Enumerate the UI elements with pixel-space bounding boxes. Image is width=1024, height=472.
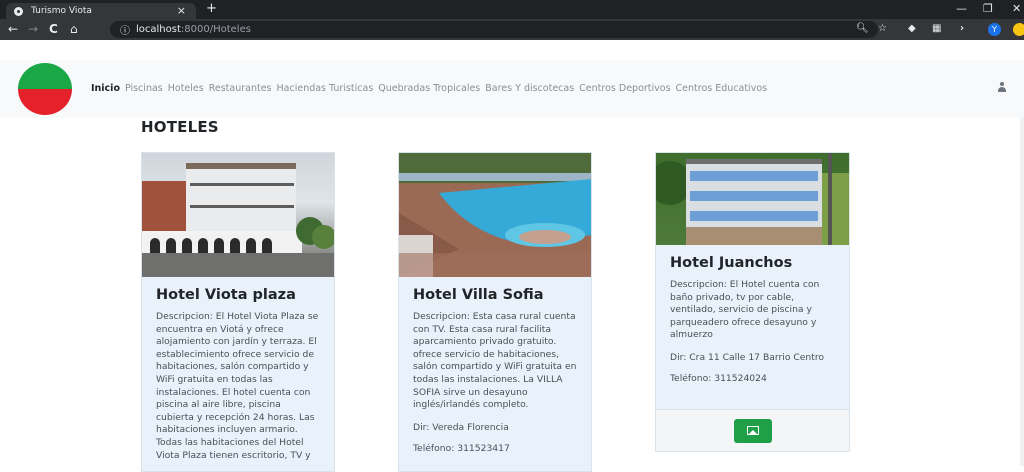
scrollbar[interactable] bbox=[1020, 118, 1024, 466]
nav-item-bares[interactable]: Bares Y discotecas bbox=[485, 83, 574, 94]
card-footer bbox=[656, 409, 849, 451]
minimize-icon[interactable]: — bbox=[956, 2, 967, 15]
home-icon[interactable]: ⌂ bbox=[70, 22, 78, 36]
main-menu: Inicio Piscinas Hoteles Restaurantes Hac… bbox=[91, 83, 772, 94]
new-tab-button[interactable]: + bbox=[206, 1, 217, 16]
zoom-icon[interactable]: 🔍︎ bbox=[856, 23, 869, 34]
hotel-building-image bbox=[656, 153, 849, 245]
user-icon[interactable] bbox=[998, 82, 1006, 94]
hotel-description: Descripcion: Esta casa rural cuenta con … bbox=[413, 311, 577, 411]
tab-close-icon[interactable]: × bbox=[177, 4, 186, 17]
url-host: localhost bbox=[136, 24, 181, 35]
hotel-photo bbox=[142, 153, 334, 277]
hotel-address: Dir: Vereda Florencia bbox=[413, 421, 509, 433]
browser-tab-strip: Turismo Viota × + — ❐ ✕ bbox=[0, 0, 1024, 19]
nav-item-hoteles[interactable]: Hoteles bbox=[168, 83, 204, 94]
nav-item-inicio[interactable]: Inicio bbox=[91, 83, 120, 94]
extension-grid-icon[interactable]: ▦ bbox=[932, 23, 941, 34]
flag-logo[interactable] bbox=[18, 63, 72, 115]
nav-item-deportivos[interactable]: Centros Deportivos bbox=[579, 83, 670, 94]
tab-title: Turismo Viota bbox=[31, 6, 92, 16]
hotel-name: Hotel Viota plaza bbox=[156, 287, 296, 303]
reload-icon[interactable]: C bbox=[49, 22, 58, 36]
restore-icon[interactable]: ❐ bbox=[983, 2, 993, 15]
hotel-description: Descripcion: El Hotel cuenta con baño pr… bbox=[670, 279, 820, 341]
hotel-description: Descripcion: El Hotel Viota Plaza se enc… bbox=[156, 311, 319, 461]
hotel-phone: Teléfono: 311523417 bbox=[413, 442, 510, 454]
nav-item-quebradas[interactable]: Quebradas Tropicales bbox=[378, 83, 480, 94]
hotel-card: Hotel Villa Sofia Descripcion: Esta casa… bbox=[398, 152, 592, 472]
hotel-address: Dir: Cra 11 Calle 17 Barrio Centro bbox=[670, 351, 825, 363]
hotel-name: Hotel Villa Sofia bbox=[413, 287, 544, 303]
extension-avatar-icon[interactable] bbox=[1013, 23, 1024, 36]
view-images-button[interactable] bbox=[734, 419, 772, 443]
browser-toolbar: ← → C ⌂ ⓘ localhost :8000/Hoteles 🔍︎ ☆ ◆… bbox=[0, 19, 1024, 40]
hotel-phone: Teléfono: 311524024 bbox=[670, 372, 767, 384]
forward-icon[interactable]: → bbox=[28, 22, 38, 36]
url-path: :8000/Hoteles bbox=[180, 24, 251, 35]
hotel-photo bbox=[399, 153, 591, 277]
hotel-building-image bbox=[142, 163, 334, 277]
hotel-name: Hotel Juanchos bbox=[670, 255, 793, 271]
back-icon[interactable]: ← bbox=[8, 22, 18, 36]
nav-item-piscinas[interactable]: Piscinas bbox=[125, 83, 163, 94]
hotel-photo bbox=[656, 153, 849, 245]
info-icon[interactable]: ⓘ bbox=[120, 22, 130, 37]
address-bar[interactable]: ⓘ localhost :8000/Hoteles bbox=[110, 21, 878, 38]
site-navbar: Inicio Piscinas Hoteles Restaurantes Hac… bbox=[0, 60, 1024, 118]
bookmark-star-icon[interactable]: ☆ bbox=[878, 23, 887, 34]
favicon-icon bbox=[14, 6, 23, 16]
hotel-card: Hotel Viota plaza Descripcion: El Hotel … bbox=[141, 152, 335, 472]
page-title: HOTELES bbox=[141, 118, 219, 136]
chevron-right-icon[interactable]: › bbox=[960, 23, 964, 34]
hotel-card: Hotel Juanchos Descripcion: El Hotel cue… bbox=[655, 152, 850, 452]
nav-item-restaurantes[interactable]: Restaurantes bbox=[209, 83, 272, 94]
pool-image bbox=[399, 153, 591, 277]
nav-item-educativos[interactable]: Centros Educativos bbox=[676, 83, 768, 94]
profile-avatar[interactable]: Y bbox=[988, 23, 1001, 36]
close-window-icon[interactable]: ✕ bbox=[1012, 2, 1021, 15]
extension-icon[interactable]: ◆ bbox=[908, 23, 916, 34]
nav-item-haciendas[interactable]: Haciendas Turisticas bbox=[277, 83, 374, 94]
browser-tab[interactable]: Turismo Viota × bbox=[6, 3, 196, 19]
